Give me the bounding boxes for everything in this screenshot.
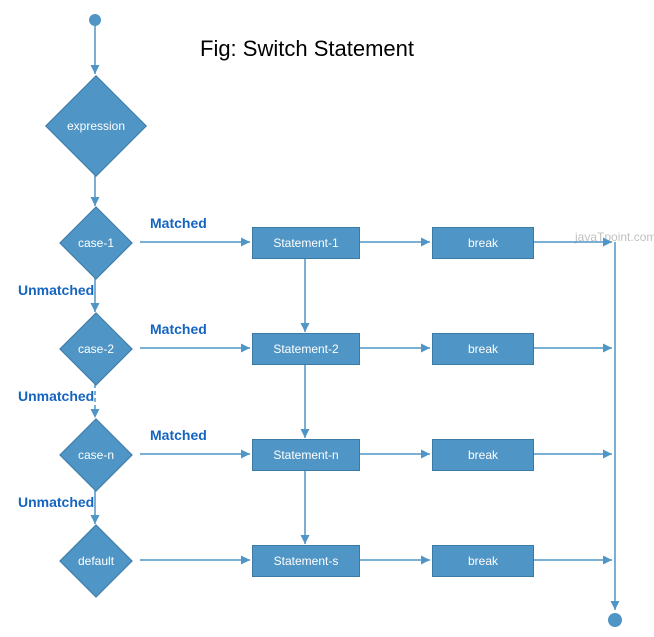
node-default-label: default xyxy=(78,554,114,568)
node-statement-1-label: Statement-1 xyxy=(273,236,338,250)
node-case-1-label: case-1 xyxy=(78,236,114,250)
edge-matched-1: Matched xyxy=(150,215,207,231)
node-case-n-label: case-n xyxy=(78,448,114,462)
node-case-2: case-2 xyxy=(59,312,133,386)
edge-unmatched-1: Unmatched xyxy=(18,282,94,298)
node-case-n: case-n xyxy=(59,418,133,492)
edge-matched-2: Matched xyxy=(150,321,207,337)
node-break-2: break xyxy=(432,333,534,365)
node-break-n: break xyxy=(432,439,534,471)
edge-unmatched-n: Unmatched xyxy=(18,494,94,510)
watermark-text: javaTpoint.com xyxy=(575,230,654,244)
node-break-1-label: break xyxy=(468,236,498,250)
node-break-n-label: break xyxy=(468,448,498,462)
edge-matched-n: Matched xyxy=(150,427,207,443)
node-case-1: case-1 xyxy=(59,206,133,280)
node-break-s-label: break xyxy=(468,554,498,568)
figure-title: Fig: Switch Statement xyxy=(200,36,414,62)
node-statement-1: Statement-1 xyxy=(252,227,360,259)
edge-unmatched-2: Unmatched xyxy=(18,388,94,404)
node-statement-s-label: Statement-s xyxy=(274,554,339,568)
node-break-1: break xyxy=(432,227,534,259)
flowchart-canvas: Fig: Switch Statement javaTpoint.com xyxy=(0,0,654,637)
node-break-s: break xyxy=(432,545,534,577)
node-default: default xyxy=(59,524,133,598)
node-break-2-label: break xyxy=(468,342,498,356)
node-expression: expression xyxy=(45,75,147,177)
node-statement-2: Statement-2 xyxy=(252,333,360,365)
node-statement-n: Statement-n xyxy=(252,439,360,471)
node-statement-n-label: Statement-n xyxy=(273,448,338,462)
node-expression-label: expression xyxy=(67,119,125,133)
node-case-2-label: case-2 xyxy=(78,342,114,356)
node-statement-2-label: Statement-2 xyxy=(273,342,338,356)
node-statement-s: Statement-s xyxy=(252,545,360,577)
